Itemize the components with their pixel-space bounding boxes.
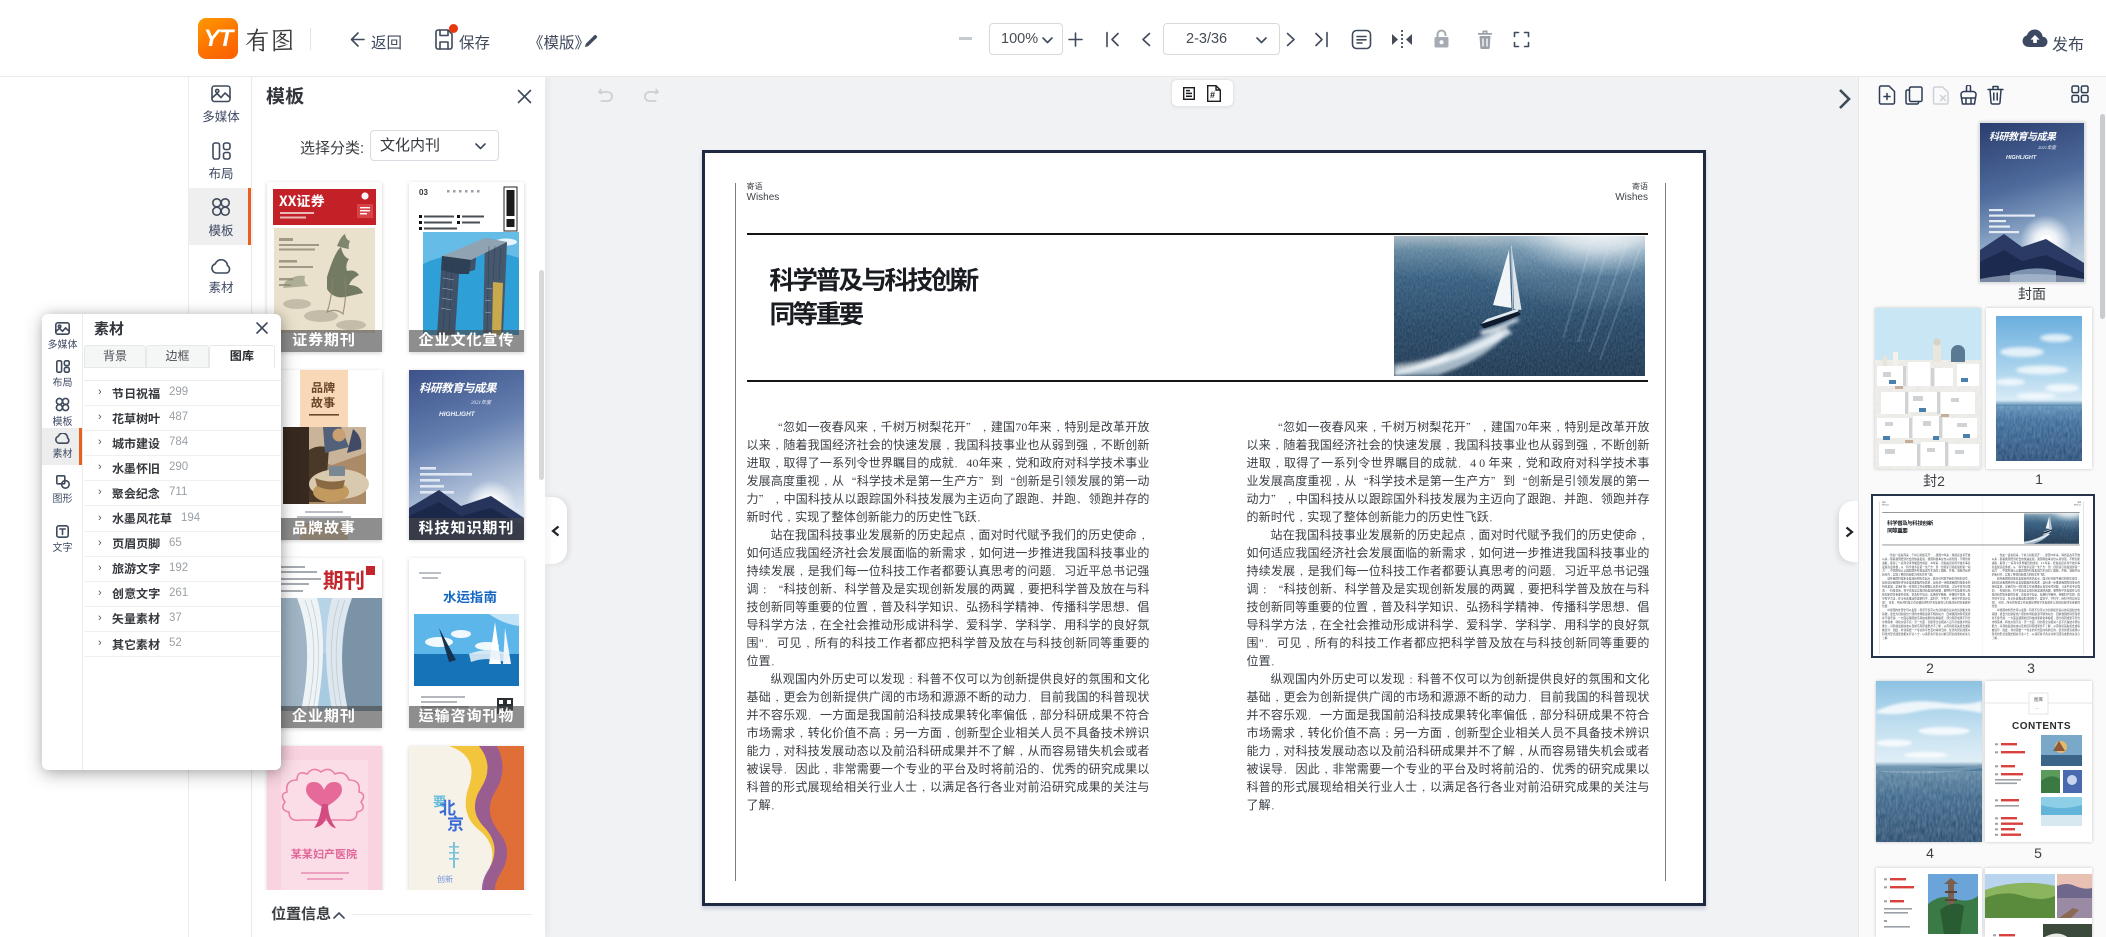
- svg-text:某某妇产医院: 某某妇产医院: [291, 848, 357, 861]
- svg-text:XX证券: XX证券: [279, 192, 325, 209]
- svg-text:科研教育与成果: 科研教育与成果: [1989, 131, 2057, 143]
- svg-text:品牌: 品牌: [311, 380, 335, 395]
- svg-text:创新: 创新: [437, 874, 453, 884]
- svg-text:03: 03: [419, 188, 428, 197]
- svg-text:HIGHLIGHT: HIGHLIGHT: [439, 411, 476, 418]
- svg-text:2021年度: 2021年度: [2038, 145, 2058, 150]
- svg-text:图库: 图库: [2034, 696, 2043, 703]
- svg-text:京: 京: [447, 814, 464, 834]
- svg-text:故事: 故事: [311, 395, 335, 410]
- svg-text:#: #: [1210, 90, 1215, 100]
- svg-text:---: ---: [2035, 705, 2040, 710]
- svg-text:科研教育与成果: 科研教育与成果: [419, 382, 498, 395]
- svg-text:2021年度: 2021年度: [471, 399, 492, 406]
- svg-text:HIGHLIGHT: HIGHLIGHT: [2006, 155, 2037, 161]
- svg-text:要: 要: [433, 793, 446, 809]
- svg-text:水运指南: 水运指南: [443, 589, 497, 605]
- svg-text:期刊: 期刊: [323, 569, 365, 593]
- svg-text:CONTENTS: CONTENTS: [2012, 721, 2071, 732]
